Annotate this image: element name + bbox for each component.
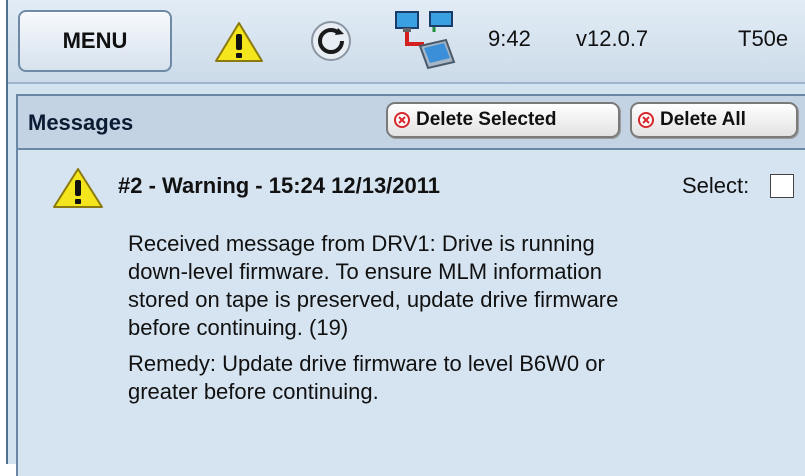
warning-icon [52,166,104,215]
app-window: MENU 9:42 v12.0.7 T50e Messages Delete S… [6,0,805,476]
clock-time: 9:42 [488,26,531,51]
messages-header: Messages Delete Selected Delete All [18,96,805,150]
menu-button[interactable]: MENU [18,10,172,72]
remedy-line: greater before continuing. [128,379,379,404]
refresh-icon[interactable] [310,20,352,67]
version-label: v12.0.7 [576,26,649,51]
message-line: Received message from DRV1: Drive is run… [128,231,595,256]
delete-icon [638,112,654,128]
delete-selected-label: Delete Selected [416,109,557,130]
delete-all-label: Delete All [660,109,746,130]
device-label: T50e [738,26,789,51]
messages-panel: Messages Delete Selected Delete All #2 -… [16,94,805,476]
top-bar: MENU 9:42 v12.0.7 T50e [8,0,805,84]
delete-selected-button[interactable]: Delete Selected [386,102,620,138]
message-line: stored on tape is preserved, update driv… [128,287,619,312]
message-header: #2 - Warning - 15:24 12/13/2011 [118,173,441,198]
delete-icon [394,112,410,128]
delete-all-button[interactable]: Delete All [630,102,798,138]
remedy-line: Remedy: Update drive firmware to level B… [128,351,605,376]
message-text: Received message from DRV1: Drive is run… [128,230,805,342]
network-computer-icon[interactable] [394,10,460,77]
message-line: down-level firmware. To ensure MLM infor… [128,259,602,284]
message-line: before continuing. (19) [128,315,349,340]
select-checkbox[interactable] [770,174,794,198]
messages-title: Messages [28,110,134,135]
warning-icon[interactable] [214,20,264,69]
select-label: Select: [682,173,750,198]
message-body: Received message from DRV1: Drive is run… [128,230,805,406]
remedy-text: Remedy: Update drive firmware to level B… [128,350,805,406]
